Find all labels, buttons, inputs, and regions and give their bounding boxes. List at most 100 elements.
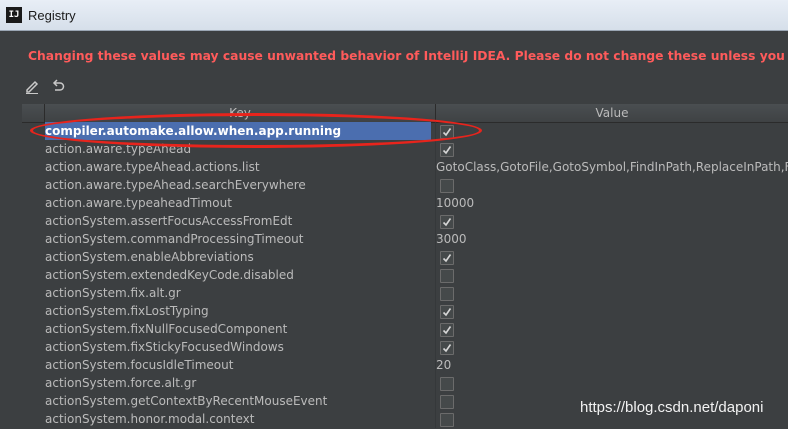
value-checkbox-checked[interactable] xyxy=(440,341,454,355)
watermark: https://blog.csdn.net/daponi xyxy=(580,399,764,416)
row-gutter xyxy=(22,194,44,212)
column-divider xyxy=(435,266,436,284)
row-gutter xyxy=(22,320,44,338)
row-gutter xyxy=(22,230,44,248)
column-divider xyxy=(435,176,436,194)
row-key[interactable]: actionSystem.focusIdleTimeout xyxy=(45,356,431,374)
column-divider xyxy=(435,140,436,158)
checkmark-icon xyxy=(442,146,452,155)
checkmark-icon xyxy=(442,308,452,317)
table-row[interactable]: compiler.automake.allow.when.app.running xyxy=(22,122,788,140)
checkmark-icon xyxy=(442,254,452,263)
table-row[interactable]: actionSystem.assertFocusAccessFromEdt xyxy=(22,212,788,230)
value-checkbox-unchecked[interactable] xyxy=(440,395,454,409)
revert-icon xyxy=(52,79,65,91)
registry-table: Key Value compiler.automake.allow.when.a… xyxy=(22,104,788,429)
value-checkbox-unchecked[interactable] xyxy=(440,269,454,283)
row-key[interactable]: compiler.automake.allow.when.app.running xyxy=(45,122,431,140)
column-divider xyxy=(435,392,436,410)
column-header-key[interactable]: Key xyxy=(45,104,436,122)
row-key[interactable]: actionSystem.extendedKeyCode.disabled xyxy=(45,266,431,284)
row-gutter xyxy=(22,302,44,320)
table-row[interactable]: actionSystem.extendedKeyCode.disabled xyxy=(22,266,788,284)
column-divider xyxy=(435,122,436,140)
row-gutter xyxy=(22,158,44,176)
row-gutter xyxy=(22,212,44,230)
row-key[interactable]: actionSystem.fixStickyFocusedWindows xyxy=(45,338,431,356)
row-gutter xyxy=(22,248,44,266)
row-gutter xyxy=(22,356,44,374)
value-checkbox-unchecked[interactable] xyxy=(440,413,454,427)
checkmark-icon xyxy=(442,128,452,137)
row-value[interactable]: 10000 xyxy=(436,194,788,212)
row-key[interactable]: actionSystem.fixNullFocusedComponent xyxy=(45,320,431,338)
table-row[interactable]: actionSystem.force.alt.gr xyxy=(22,374,788,392)
row-key[interactable]: action.aware.typeAhead.actions.list xyxy=(45,158,431,176)
table-row[interactable]: action.aware.typeaheadTimout 10000 xyxy=(22,194,788,212)
row-gutter xyxy=(22,284,44,302)
table-row[interactable]: actionSystem.fixNullFocusedComponent xyxy=(22,320,788,338)
row-key[interactable]: actionSystem.fix.alt.gr xyxy=(45,284,431,302)
column-divider xyxy=(435,410,436,428)
table-row[interactable]: action.aware.typeAhead.actions.list GotoC… xyxy=(22,158,788,176)
column-divider xyxy=(435,320,436,338)
row-key[interactable]: action.aware.typeaheadTimout xyxy=(45,194,431,212)
revert-button[interactable] xyxy=(50,78,66,94)
value-checkbox-unchecked[interactable] xyxy=(440,287,454,301)
window-title: Registry xyxy=(28,7,76,23)
table-row[interactable]: action.aware.typeAhead.searchEverywhere xyxy=(22,176,788,194)
table-row[interactable]: actionSystem.commandProcessingTimeout 300… xyxy=(22,230,788,248)
row-key[interactable]: actionSystem.honor.modal.context xyxy=(45,410,431,428)
value-checkbox-unchecked[interactable] xyxy=(440,179,454,193)
value-checkbox-checked[interactable] xyxy=(440,215,454,229)
table-row[interactable]: actionSystem.fixLostTyping xyxy=(22,302,788,320)
value-checkbox-checked[interactable] xyxy=(440,251,454,265)
row-key[interactable]: action.aware.typeAhead xyxy=(45,140,431,158)
registry-toolbar xyxy=(24,76,66,96)
row-key[interactable]: action.aware.typeAhead.searchEverywhere xyxy=(45,176,431,194)
value-checkbox-checked[interactable] xyxy=(440,125,454,139)
row-key[interactable]: actionSystem.force.alt.gr xyxy=(45,374,431,392)
table-row[interactable]: actionSystem.enableAbbreviations xyxy=(22,248,788,266)
row-gutter xyxy=(22,410,44,428)
warning-banner: Changing these values may cause unwanted… xyxy=(0,38,788,74)
row-value[interactable]: 20 xyxy=(436,356,788,374)
row-gutter xyxy=(22,266,44,284)
row-key[interactable]: actionSystem.enableAbbreviations xyxy=(45,248,431,266)
table-row[interactable]: action.aware.typeAhead xyxy=(22,140,788,158)
edit-button[interactable] xyxy=(24,78,40,94)
window-titlebar: IJ Registry xyxy=(0,0,788,31)
row-gutter xyxy=(22,140,44,158)
row-gutter xyxy=(22,338,44,356)
value-checkbox-checked[interactable] xyxy=(440,143,454,157)
row-gutter xyxy=(22,392,44,410)
row-key[interactable]: actionSystem.fixLostTyping xyxy=(45,302,431,320)
checkmark-icon xyxy=(442,326,452,335)
table-row[interactable]: actionSystem.focusIdleTimeout 20 xyxy=(22,356,788,374)
table-header: Key Value xyxy=(22,104,788,123)
row-key[interactable]: actionSystem.commandProcessingTimeout xyxy=(45,230,431,248)
table-row[interactable]: actionSystem.fixStickyFocusedWindows xyxy=(22,338,788,356)
table-row[interactable]: actionSystem.fix.alt.gr xyxy=(22,284,788,302)
column-divider xyxy=(435,302,436,320)
value-checkbox-checked[interactable] xyxy=(440,305,454,319)
warning-text: Changing these values may cause unwanted… xyxy=(28,49,788,63)
value-checkbox-checked[interactable] xyxy=(440,323,454,337)
row-value[interactable]: 3000 xyxy=(436,230,788,248)
edit-icon xyxy=(26,80,39,94)
row-key[interactable]: actionSystem.getContextByRecentMouseEven… xyxy=(45,392,431,410)
row-gutter xyxy=(22,374,44,392)
checkmark-icon xyxy=(442,344,452,353)
row-key[interactable]: actionSystem.assertFocusAccessFromEdt xyxy=(45,212,431,230)
checkmark-icon xyxy=(442,218,452,227)
table-body: compiler.automake.allow.when.app.running… xyxy=(22,122,788,428)
value-checkbox-unchecked[interactable] xyxy=(440,377,454,391)
row-value[interactable]: GotoClass,GotoFile,GotoSymbol,FindInPath… xyxy=(436,158,788,176)
column-divider xyxy=(435,284,436,302)
column-header-value[interactable]: Value xyxy=(436,104,788,122)
intellij-app-icon: IJ xyxy=(6,7,22,23)
column-divider xyxy=(435,374,436,392)
column-divider xyxy=(435,248,436,266)
row-gutter xyxy=(22,176,44,194)
column-divider xyxy=(435,338,436,356)
